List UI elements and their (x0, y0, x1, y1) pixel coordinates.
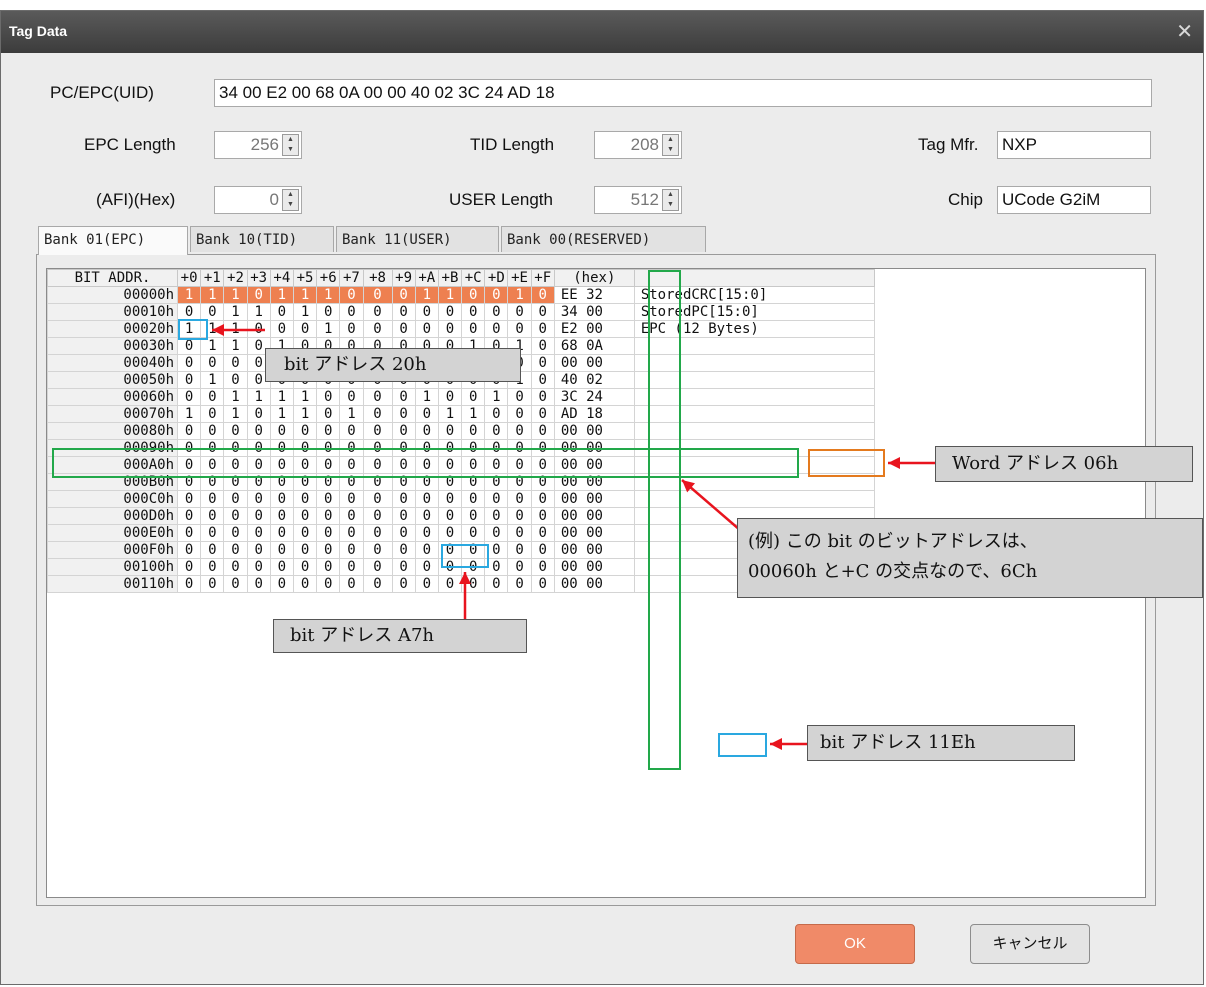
arrow-to-word-06h-head (888, 457, 900, 469)
callout-bit-11eh: bit アドレス 11Eh (807, 725, 1075, 761)
ok-button[interactable]: OK (795, 924, 915, 964)
annotation-arrows (212, 324, 935, 750)
callout-bit-a7h: bit アドレス A7h (273, 619, 527, 653)
cancel-button[interactable]: キャンセル (970, 924, 1090, 964)
arrow-to-bit-11eh-head (770, 738, 782, 750)
arrow-to-bit-a7h-head (459, 572, 471, 584)
callout-word-06h: Word アドレス 06h (935, 446, 1193, 482)
callout-bit-20h: bit アドレス 20h (265, 348, 521, 382)
arrow-to-bit-20h-head (212, 324, 224, 336)
callout-example-line-2: 00060h と+C の交点なので、6Ch (748, 561, 1038, 582)
tab-bank-01-epc[interactable]: Bank 01(EPC) (38, 226, 188, 255)
callout-example: (例) この bit のビットアドレスは、 00060h と+C の交点なので、… (737, 518, 1203, 598)
callout-example-line-1: (例) この bit のビットアドレスは、 (748, 531, 1038, 552)
